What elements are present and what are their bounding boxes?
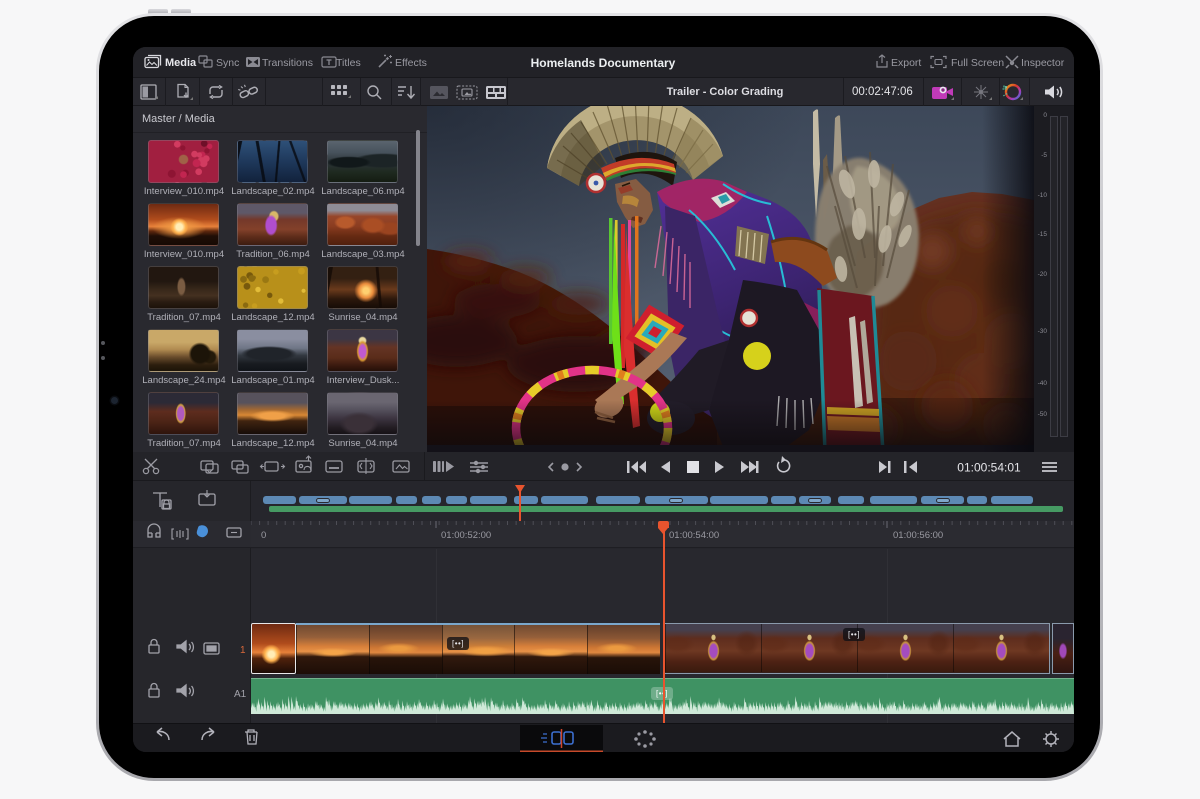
svg-text:01:00:54:01: 01:00:54:01 xyxy=(957,461,1021,475)
svg-text:01:00:56:00: 01:00:56:00 xyxy=(893,530,943,541)
svg-text:0: 0 xyxy=(261,530,266,541)
svg-text:01:00:52:00: 01:00:52:00 xyxy=(441,530,491,541)
svg-text:A1: A1 xyxy=(234,689,247,700)
svg-text:01:00:54:00: 01:00:54:00 xyxy=(669,530,719,541)
svg-text:1: 1 xyxy=(240,645,246,656)
